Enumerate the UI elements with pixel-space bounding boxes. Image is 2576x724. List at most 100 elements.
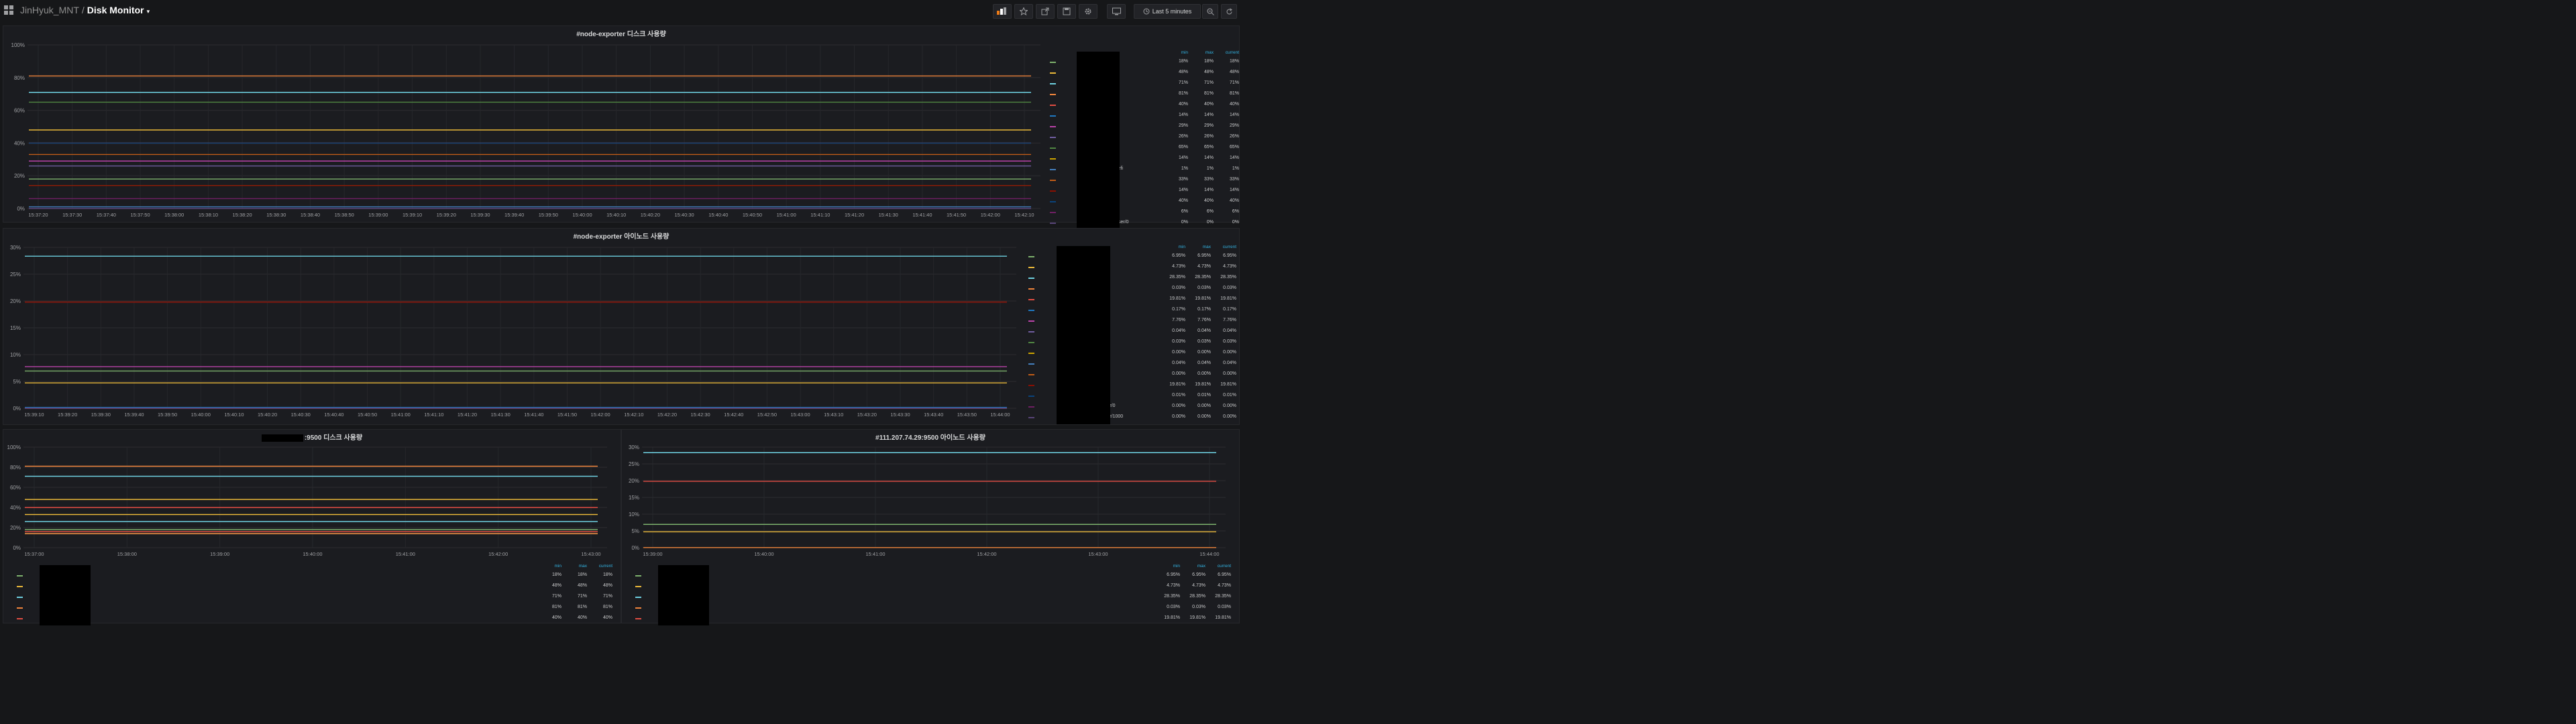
legend-value-max: 0.00%	[1197, 414, 1211, 419]
legend-color-swatch[interactable]	[1028, 299, 1034, 300]
legend-color-swatch[interactable]	[1028, 363, 1034, 365]
legend-item[interactable]: /data48%48%48%	[17, 581, 614, 592]
legend-color-swatch[interactable]	[1050, 180, 1056, 181]
legend-color-swatch[interactable]	[1028, 406, 1034, 408]
legend-value-current: 0.04%	[1223, 328, 1236, 333]
legend-item[interactable]: /srv71%71%71%	[17, 592, 614, 603]
legend-color-swatch[interactable]	[1050, 105, 1056, 106]
save-button[interactable]	[1057, 4, 1076, 19]
legend-color-swatch[interactable]	[1050, 212, 1056, 213]
legend-color-swatch[interactable]	[1050, 94, 1056, 95]
legend-header-min[interactable]: min	[1157, 564, 1180, 568]
legend-color-swatch[interactable]	[17, 618, 23, 619]
legend-color-swatch[interactable]	[1028, 353, 1034, 354]
legend-item[interactable]: /srv28.35%28.35%28.35%	[635, 592, 1232, 603]
legend-value-current: 18%	[1229, 59, 1239, 64]
add-panel-button[interactable]	[993, 4, 1012, 19]
graph-panel[interactable]: #111.207.74.29:9500 아이노드 사용량 30% 25% 20% 15%…	[621, 429, 1240, 625]
legend-color-swatch[interactable]	[1028, 374, 1034, 375]
x-tick-label: 15:40:10	[224, 412, 244, 418]
legend-header-max[interactable]: max	[1191, 50, 1214, 55]
legend-color-swatch[interactable]	[1050, 83, 1056, 84]
legend-color-swatch[interactable]	[1028, 331, 1034, 333]
legend-item[interactable]: /data81%81%81%	[17, 603, 614, 613]
legend-color-swatch[interactable]	[17, 607, 23, 609]
legend-header-current[interactable]: current	[1216, 50, 1239, 55]
legend-color-swatch[interactable]	[1028, 320, 1034, 322]
legend-item[interactable]: /19.81%19.81%19.81%	[635, 613, 1232, 624]
legend-value-current: 48%	[602, 583, 612, 588]
legend-color-swatch[interactable]	[1050, 223, 1056, 224]
chevron-down-icon[interactable]: ▾	[147, 8, 150, 15]
legend-header-max[interactable]: max	[1183, 564, 1205, 568]
legend-header-current[interactable]: current	[590, 564, 612, 568]
legend-header-min[interactable]: min	[1163, 245, 1185, 249]
legend-item[interactable]: /var18%18%18%	[17, 570, 614, 581]
legend-color-swatch[interactable]	[1050, 62, 1056, 63]
legend-color-swatch[interactable]	[1050, 72, 1056, 74]
graph-panel[interactable]: #node-exporter 아이노드 사용량 30% 25% 20% 15% 10% 5%…	[3, 228, 1240, 425]
legend-color-swatch[interactable]	[17, 575, 23, 577]
time-range-label: Last 5 minutes	[1152, 8, 1192, 15]
time-picker-button[interactable]: Last 5 minutes	[1134, 4, 1201, 19]
legend-color-swatch[interactable]	[1050, 158, 1056, 160]
folder-name[interactable]: JinHyuk_MNT	[20, 5, 79, 15]
legend-color-swatch[interactable]	[1028, 278, 1034, 279]
legend-color-swatch[interactable]	[1028, 342, 1034, 343]
breadcrumb[interactable]: JinHyuk_MNT / Disk Monitor ▾	[20, 5, 150, 15]
legend-color-swatch[interactable]	[1050, 201, 1056, 202]
x-tick-label: 15:41:30	[491, 412, 511, 418]
star-button[interactable]	[1014, 4, 1033, 19]
settings-button[interactable]	[1079, 4, 1097, 19]
legend-color-swatch[interactable]	[1028, 256, 1034, 257]
legend-color-swatch[interactable]	[1028, 385, 1034, 386]
y-tick-label: 60%	[10, 485, 21, 491]
legend-color-swatch[interactable]	[635, 618, 641, 619]
zoom-out-button[interactable]	[1202, 4, 1218, 19]
graph-panel[interactable]: :9500 디스크 사용량 100% 80% 60% 40% 20% 0% 15:37:00 1…	[3, 429, 621, 625]
legend-header-min[interactable]: min	[539, 564, 561, 568]
dashboard-title[interactable]: Disk Monitor	[87, 5, 144, 15]
legend-color-swatch[interactable]	[1050, 115, 1056, 117]
legend-value-max: 0.03%	[1197, 339, 1211, 344]
legend-color-swatch[interactable]	[1050, 190, 1056, 192]
legend-color-swatch[interactable]	[635, 607, 641, 609]
legend-color-swatch[interactable]	[635, 575, 641, 577]
legend-value-current: 0.00%	[1223, 350, 1236, 355]
legend-color-swatch[interactable]	[1028, 396, 1034, 397]
legend-color-swatch[interactable]	[1028, 288, 1034, 290]
redacted-block	[40, 565, 91, 625]
graph-panel[interactable]: #node-exporter 디스크 사용량 100% 80% 60% 40% 20% 0%…	[3, 25, 1240, 230]
legend-item[interactable]: /40%40%40%	[17, 613, 614, 624]
legend-color-swatch[interactable]	[1050, 147, 1056, 149]
legend-header-current[interactable]: current	[1208, 564, 1231, 568]
legend-header-current[interactable]: current	[1214, 245, 1236, 249]
legend-color-swatch[interactable]	[1050, 169, 1056, 170]
legend-color-swatch[interactable]	[1050, 126, 1056, 127]
legend-item[interactable]: /data0.03%0.03%0.03%	[635, 603, 1232, 613]
share-button[interactable]	[1036, 4, 1055, 19]
legend-header-max[interactable]: max	[564, 564, 587, 568]
legend-item[interactable]: /data4.73%4.73%4.73%	[635, 581, 1232, 592]
legend-value-current: 14%	[1229, 156, 1239, 160]
x-tick-label: 15:40:50	[358, 412, 377, 418]
legend-value-max: 0.00%	[1197, 350, 1211, 355]
legend-color-swatch[interactable]	[17, 597, 23, 598]
legend-header-min[interactable]: min	[1165, 50, 1188, 55]
legend-color-swatch[interactable]	[1050, 137, 1056, 138]
tv-mode-button[interactable]	[1107, 4, 1126, 19]
apps-icon[interactable]	[4, 5, 13, 15]
legend-color-swatch[interactable]	[635, 597, 641, 598]
legend-color-swatch[interactable]	[635, 586, 641, 587]
legend-color-swatch[interactable]	[17, 586, 23, 587]
legend-color-swatch[interactable]	[1028, 267, 1034, 268]
y-tick-label: 0%	[13, 545, 21, 551]
legend-header-max[interactable]: max	[1188, 245, 1211, 249]
legend-color-swatch[interactable]	[1028, 310, 1034, 311]
legend-color-swatch[interactable]	[1028, 417, 1034, 418]
legend-item[interactable]: /var6.95%6.95%6.95%	[635, 570, 1232, 581]
refresh-button[interactable]	[1221, 4, 1237, 19]
x-tick-label: 15:39:30	[91, 412, 111, 418]
legend-value-max: 19.81%	[1189, 615, 1205, 620]
legend-value-min: 14%	[1178, 113, 1188, 117]
